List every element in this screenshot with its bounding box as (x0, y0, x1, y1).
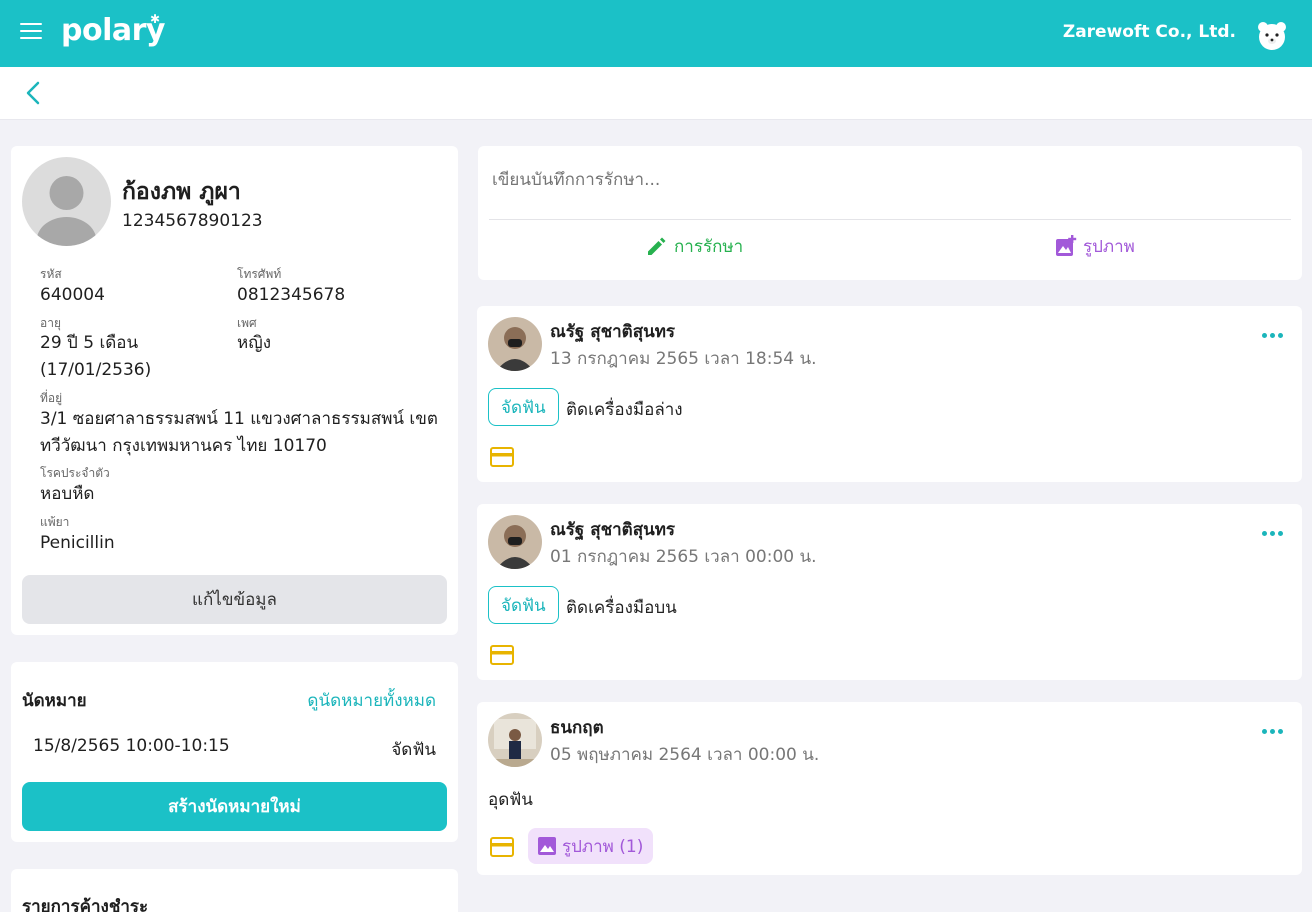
logo-star-icon: ✱ (150, 12, 161, 26)
post-date: 05 พฤษภาคม 2564 เวลา 00:00 น. (550, 745, 820, 765)
treatment-tag: จัดฟัน (488, 388, 559, 426)
post-author: ณรัฐ สุชาติสุนทร (550, 520, 676, 540)
allergy-value: Penicillin (40, 533, 115, 553)
author-avatar[interactable] (488, 515, 542, 569)
pencil-icon (648, 237, 666, 255)
add-photo-button[interactable]: รูปภาพ (1055, 231, 1135, 261)
menu-icon[interactable] (20, 23, 42, 43)
code-value: 640004 (40, 285, 105, 305)
author-avatar[interactable] (488, 713, 542, 767)
treatment-post: ธนกฤต 05 พฤษภาคม 2564 เวลา 00:00 น. อุดฟ… (477, 702, 1302, 875)
post-date: 01 กรกฎาคม 2565 เวลา 00:00 น. (550, 547, 817, 567)
post-text: อุดฟัน (488, 790, 533, 810)
treatment-note-input[interactable] (492, 170, 1282, 190)
post-date: 13 กรกฎาคม 2565 เวลา 18:54 น. (550, 349, 817, 369)
treatment-post: ณรัฐ สุชาติสุนทร 13 กรกฎาคม 2565 เวลา 18… (477, 306, 1302, 482)
sub-bar (0, 67, 1312, 120)
patient-name: ก้องภพ ภูผา (122, 179, 241, 205)
post-text: ติดเครื่องมือล่าง (566, 400, 683, 420)
address-line-1: 3/1 ซอยศาลาธรรมสพน์ 11 แขวงศาลาธรรมสพน์ … (40, 409, 438, 429)
user-avatar-icon[interactable] (1256, 19, 1288, 51)
post-text: ติดเครื่องมือบน (566, 598, 677, 618)
image-icon (538, 837, 556, 855)
treatment-post: ณรัฐ สุชาติสุนทร 01 กรกฎาคม 2565 เวลา 00… (477, 504, 1302, 680)
address-line-2: ทวีวัฒนา กรุงเทพมหานคร ไทย 10170 (40, 436, 327, 456)
age-value: 29 ปี 5 เดือน (40, 333, 139, 353)
post-images-label: รูปภาพ (1) (562, 836, 644, 857)
top-bar: polary ✱ Zarewoft Co., Ltd. (0, 0, 1312, 67)
add-treatment-label: การรักษา (674, 236, 744, 257)
payment-card-icon[interactable] (490, 645, 514, 665)
patient-id-number: 1234567890123 (122, 211, 263, 231)
treatment-note-composer: การรักษา รูปภาพ (478, 146, 1302, 280)
patient-profile-card: ก้องภพ ภูผา 1234567890123 รหัส 640004 โท… (11, 146, 458, 635)
add-photo-label: รูปภาพ (1083, 236, 1135, 257)
appointment-type: จัดฟัน (391, 740, 436, 760)
appointments-card: นัดหมาย ดูนัดหมายทั้งหมด 15/8/2565 10:00… (11, 662, 458, 842)
patient-avatar (22, 157, 111, 246)
add-treatment-button[interactable]: การรักษา (646, 231, 743, 261)
more-options-icon[interactable] (1262, 522, 1284, 544)
author-avatar[interactable] (488, 317, 542, 371)
pending-payments-card: รายการค้างชำระ (11, 869, 458, 912)
gender-value: หญิง (237, 333, 271, 353)
composer-divider (489, 219, 1291, 220)
back-icon[interactable] (22, 80, 46, 106)
pending-payments-title: รายการค้างชำระ (22, 897, 149, 912)
appointments-title: นัดหมาย (22, 691, 87, 711)
appointment-time[interactable]: 15/8/2565 10:00-10:15 (33, 736, 230, 756)
create-appointment-button[interactable]: สร้างนัดหมายใหม่ (22, 782, 447, 831)
more-options-icon[interactable] (1262, 720, 1284, 742)
post-author: ธนกฤต (550, 718, 604, 738)
view-all-appointments-link[interactable]: ดูนัดหมายทั้งหมด (307, 687, 436, 714)
phone-value: 0812345678 (237, 285, 346, 305)
birth-date-value: (17/01/2536) (40, 360, 152, 380)
treatment-tag: จัดฟัน (488, 586, 559, 624)
disease-value: หอบหืด (40, 484, 95, 504)
post-images-button[interactable]: รูปภาพ (1) (528, 828, 654, 864)
payment-card-icon[interactable] (490, 837, 514, 857)
add-photo-icon (1056, 235, 1077, 256)
edit-info-button[interactable]: แก้ไขข้อมูล (22, 575, 447, 624)
more-options-icon[interactable] (1262, 324, 1284, 346)
post-author: ณรัฐ สุชาติสุนทร (550, 322, 676, 342)
company-name: Zarewoft Co., Ltd. (1062, 22, 1236, 42)
payment-card-icon[interactable] (490, 447, 514, 467)
